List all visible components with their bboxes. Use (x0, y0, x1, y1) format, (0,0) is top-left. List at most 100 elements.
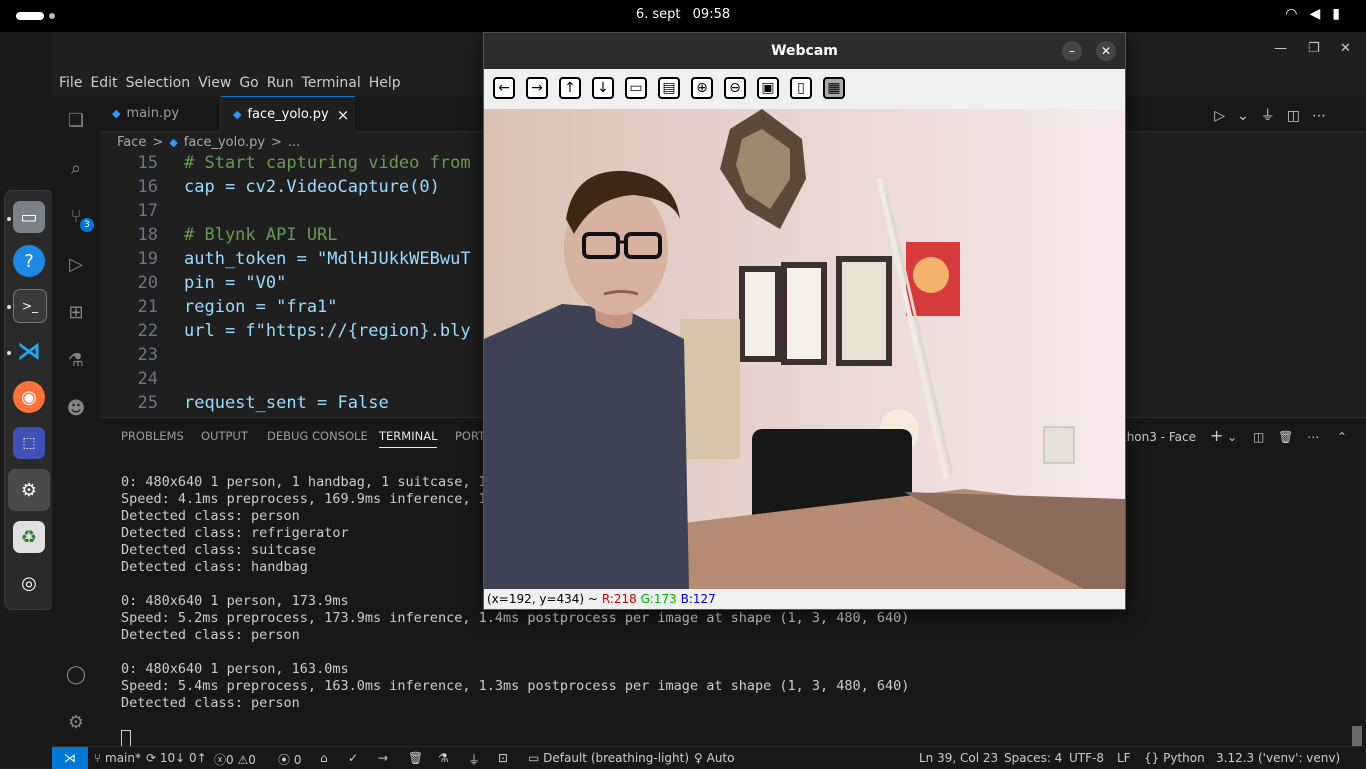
pixel-red-value: R:218 (601, 592, 637, 606)
maximize-panel-icon[interactable]: ⌃ (1337, 430, 1347, 444)
files-icon[interactable]: ▭ (13, 201, 45, 233)
show-apps-icon[interactable]: ◎ (13, 567, 45, 599)
terminal-name[interactable]: thon3 - Face (1122, 430, 1196, 444)
tab-terminal[interactable]: TERMINAL (379, 429, 438, 448)
menu-help[interactable]: Help (369, 75, 401, 91)
terminal-line: Speed: 5.2ms preprocess, 173.9ms inferen… (121, 610, 910, 626)
tab-output[interactable]: OUTPUT (201, 429, 248, 443)
minimize-icon[interactable]: – (1062, 41, 1082, 61)
tab-ports[interactable]: PORT (455, 429, 485, 443)
terminal-icon[interactable]: ⊡ (498, 751, 508, 765)
check-icon[interactable]: ✓ (348, 751, 358, 765)
menu-view[interactable]: View (198, 75, 231, 91)
image-icon[interactable]: ▭ (625, 77, 647, 99)
language-mode[interactable]: {} Python (1144, 751, 1205, 765)
breadcrumb-folder[interactable]: Face (117, 135, 146, 150)
run-icon[interactable]: ▷ (1214, 108, 1237, 124)
remote-icon[interactable]: ⋊ (52, 747, 88, 769)
properties-icon[interactable]: ▦ (823, 77, 845, 99)
testing-icon[interactable]: ⚗ (64, 348, 88, 372)
webcam-frame[interactable] (484, 109, 1125, 589)
image-settings-icon[interactable]: ▤ (658, 77, 680, 99)
plug-icon[interactable]: ⏚ (468, 751, 480, 768)
maximize-icon[interactable]: ❐ (1308, 41, 1320, 56)
split-terminal-icon[interactable]: ◫ (1253, 430, 1264, 444)
zoom-out-icon[interactable]: ⊖ (724, 77, 746, 99)
save-icon[interactable]: ▣ (757, 77, 779, 99)
minimize-icon[interactable]: — (1274, 41, 1287, 56)
branch-status[interactable]: ⑂ main* (94, 751, 141, 765)
line-ending[interactable]: LF (1117, 751, 1131, 765)
menu-terminal[interactable]: Terminal (302, 75, 361, 91)
trash-icon[interactable]: 🗑 (1278, 430, 1293, 444)
tab-face-yolo-py[interactable]: ◆ face_yolo.py × (221, 96, 355, 132)
running-indicator (7, 305, 11, 309)
auto-status[interactable]: ♀ Auto (694, 751, 734, 765)
close-icon[interactable]: ✕ (1096, 41, 1116, 61)
terminal-scrollbar[interactable] (1352, 726, 1362, 746)
tab-problems[interactable]: PROBLEMS (121, 429, 184, 443)
indentation[interactable]: Spaces: 4 (1004, 751, 1062, 765)
clock-date: 6. sept (635, 7, 681, 22)
trash-icon[interactable]: ♻ (13, 521, 45, 553)
breadcrumb-separator: > (152, 134, 164, 150)
manage-gear-icon[interactable]: ⚙ (64, 710, 88, 734)
split-editor-icon[interactable]: ◫ (1287, 108, 1312, 124)
python-interpreter[interactable]: 3.12.3 ('venv': venv) (1216, 751, 1340, 765)
alien-extension-icon[interactable]: ☻ (64, 396, 88, 420)
ports-status[interactable]: ⦿ 0 (278, 751, 301, 768)
tab-close-icon[interactable]: × (337, 106, 350, 124)
run-debug-icon[interactable]: ▷ (64, 252, 88, 276)
problems-status[interactable]: ⓧ0 ⚠0 (214, 751, 256, 768)
arrow-up-icon[interactable]: ↑ (559, 77, 581, 99)
encoding[interactable]: UTF-8 (1069, 751, 1104, 765)
more-icon[interactable]: ⋯ (1312, 108, 1338, 124)
plug-icon[interactable]: ⏚ (1261, 108, 1287, 124)
zoom-in-icon[interactable]: ⊕ (691, 77, 713, 99)
chevron-down-icon[interactable]: ⌄ (1227, 430, 1237, 444)
menu-selection[interactable]: Selection (126, 75, 191, 91)
arrow-right-icon[interactable]: → (526, 77, 548, 99)
clock[interactable]: 6. sept 09:58 (0, 7, 1366, 22)
tab-debug-console[interactable]: DEBUG CONSOLE (267, 429, 368, 443)
system-tray[interactable]: ◠◀▮ (1285, 6, 1352, 22)
breadcrumb-separator: > (271, 134, 282, 150)
arrow-right-icon[interactable]: → (378, 751, 388, 765)
code-line: 17 (137, 201, 158, 221)
menu-file[interactable]: File (59, 75, 82, 91)
terminal-icon[interactable]: >_ (13, 289, 47, 323)
menu-run[interactable]: Run (267, 75, 294, 91)
branch-icon: ⑂ (94, 751, 106, 765)
vscode-icon[interactable]: ⋊ (13, 335, 45, 367)
arrow-down-icon[interactable]: ↓ (592, 77, 614, 99)
help-icon[interactable]: ? (13, 245, 45, 277)
warning-icon: ⚠ (237, 753, 249, 767)
trash-icon[interactable]: 🗑 (408, 751, 423, 765)
breadcrumb-file[interactable]: face_yolo.py (184, 135, 265, 150)
settings-icon[interactable]: ⚙ (8, 469, 50, 511)
tab-main-py[interactable]: ◆ main.py (100, 96, 221, 131)
flower-pattern (913, 257, 949, 293)
chevron-down-icon[interactable]: ⌄ (1237, 108, 1261, 124)
sync-status[interactable]: ⟳ 10↓ 0↑ (146, 751, 207, 765)
explorer-icon[interactable]: ❏ (64, 108, 88, 132)
home-icon[interactable]: ⌂ (320, 751, 328, 765)
cursor-position[interactable]: Ln 39, Col 23 (919, 751, 998, 765)
close-icon[interactable]: ✕ (1340, 41, 1351, 56)
menu-edit[interactable]: Edit (90, 75, 117, 91)
account-icon[interactable]: ◯ (64, 662, 88, 686)
flask-icon[interactable]: ⚗ (438, 751, 449, 765)
clipboard-icon[interactable]: ▯ (790, 77, 812, 99)
more-icon[interactable]: ⋯ (1307, 430, 1319, 444)
profile-status[interactable]: ▭ Default (breathing-light) (528, 751, 689, 765)
arrow-left-icon[interactable]: ← (493, 77, 515, 99)
menu-go[interactable]: Go (239, 75, 258, 91)
search-icon[interactable]: ⌕ (64, 156, 88, 180)
screenshot-icon[interactable]: ⬚ (13, 427, 45, 459)
breadcrumb-symbol[interactable]: ... (288, 135, 300, 150)
webcam-title-bar[interactable]: Webcam – ✕ (484, 33, 1125, 69)
extensions-icon[interactable]: ⊞ (64, 300, 88, 324)
new-terminal-icon[interactable]: + (1210, 426, 1223, 445)
firefox-icon[interactable]: ◉ (13, 381, 45, 413)
wifi-icon: ◠ (1285, 6, 1310, 22)
